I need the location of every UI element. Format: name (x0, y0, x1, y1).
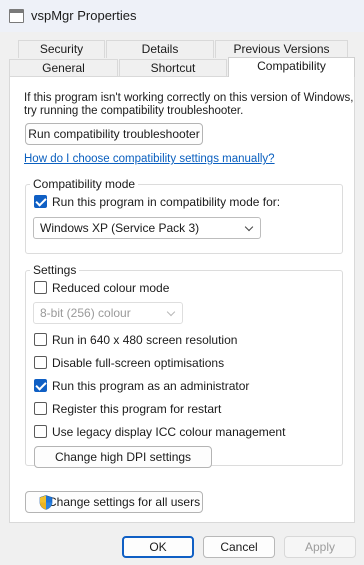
tab-previous-versions[interactable]: Previous Versions (215, 40, 348, 58)
compat-mode-checkbox[interactable] (34, 195, 47, 208)
tab-general[interactable]: General (9, 59, 118, 77)
colour-depth-value: 8-bit (256) colour (40, 306, 131, 320)
window-icon (9, 9, 24, 23)
tab-details[interactable]: Details (106, 40, 214, 58)
chevron-down-icon (244, 222, 254, 232)
run-troubleshooter-button[interactable]: Run compatibility troubleshooter (25, 123, 203, 145)
run-admin-label: Run this program as an administrator (52, 379, 250, 393)
intro-text-line1: If this program isn't working correctly … (24, 92, 354, 104)
compat-mode-label: Run this program in compatibility mode f… (52, 195, 281, 209)
change-all-users-label: Change settings for all users (48, 495, 201, 509)
disable-fullscreen-label: Disable full-screen optimisations (52, 356, 225, 370)
chevron-down-icon (166, 307, 176, 317)
res640-label: Run in 640 x 480 screen resolution (52, 333, 238, 347)
cancel-button[interactable]: Cancel (203, 536, 275, 558)
legacy-icc-checkbox[interactable] (34, 425, 47, 438)
apply-button[interactable]: Apply (284, 536, 356, 558)
run-admin-checkbox[interactable] (34, 379, 47, 392)
tab-compatibility[interactable]: Compatibility (228, 57, 355, 77)
settings-title: Settings (30, 263, 80, 277)
tab-shortcut[interactable]: Shortcut (119, 59, 227, 77)
legacy-icc-label: Use legacy display ICC colour management (52, 425, 286, 439)
os-version-select[interactable]: Windows XP (Service Pack 3) (33, 217, 261, 239)
register-restart-label: Register this program for restart (52, 402, 222, 416)
change-all-users-button[interactable]: Change settings for all users (25, 491, 203, 513)
disable-fullscreen-checkbox[interactable] (34, 356, 47, 369)
compatibility-panel: If this program isn't working correctly … (9, 76, 355, 523)
reduced-colour-label: Reduced colour mode (52, 281, 170, 295)
ok-button[interactable]: OK (122, 536, 194, 558)
colour-depth-select: 8-bit (256) colour (33, 302, 183, 324)
reduced-colour-checkbox[interactable] (34, 281, 47, 294)
os-version-value: Windows XP (Service Pack 3) (40, 221, 200, 235)
tab-security[interactable]: Security (18, 40, 105, 58)
change-dpi-button[interactable]: Change high DPI settings (34, 446, 212, 468)
compatibility-mode-title: Compatibility mode (30, 177, 139, 191)
help-link[interactable]: How do I choose compatibility settings m… (24, 153, 275, 165)
title-bar: vspMgr Properties (0, 0, 364, 32)
uac-shield-icon (39, 495, 53, 510)
res640-checkbox[interactable] (34, 333, 47, 346)
window-title: vspMgr Properties (31, 8, 137, 23)
register-restart-checkbox[interactable] (34, 402, 47, 415)
intro-text-line2: try running the compatibility troublesho… (24, 105, 244, 117)
